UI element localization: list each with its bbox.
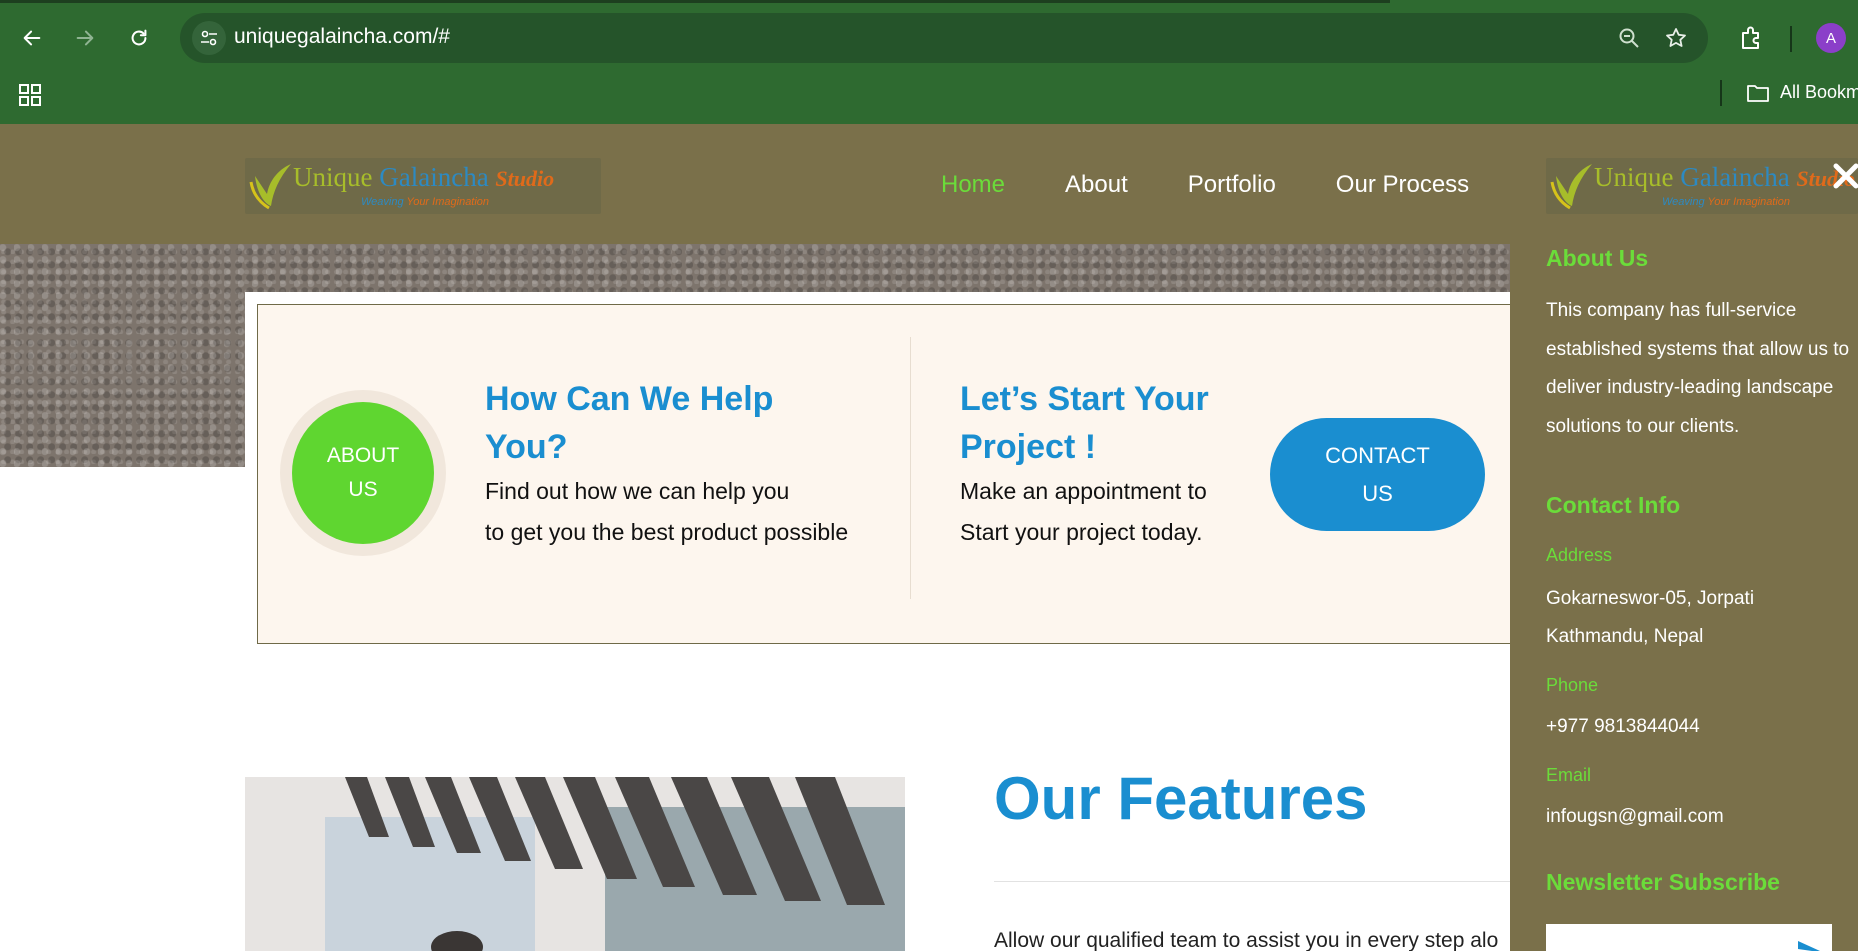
nav-our-process[interactable]: Our Process [1336,171,1469,199]
features-photo [245,777,905,951]
folder-icon [1747,84,1769,102]
about-us-text: This company has full-service establishe… [1546,300,1850,437]
features-title: Our Features [994,765,1368,832]
leaf-logo-icon [1550,164,1592,210]
help-text-line2: to get you the best product possible [485,519,849,545]
contact-info-heading: Contact Info [1546,492,1681,518]
contact-us-label: CONTACT US [1325,442,1430,506]
logo-tagline: Weaving Your Imagination [361,196,490,208]
bookmarks-divider [1720,80,1722,106]
about-button-ring: ABOUT US [280,390,446,556]
help-text-line1: Find out how we can help you [485,478,790,504]
email-value[interactable]: infougsn@gmail.com [1546,806,1724,828]
address-label: Address [1546,545,1613,565]
side-panel-logo: Unique Galaincha Studio Weaving Your Ima… [1546,158,1858,214]
address-line2: Kathmandu, Nepal [1546,626,1704,647]
about-us-heading: About Us [1546,245,1649,271]
help-text: Find out how we can help you to get you … [485,471,885,553]
help-card: ABOUT US How Can We Help You? Find out h… [245,292,1525,644]
email-label: Email [1546,765,1592,785]
extensions-icon[interactable] [1738,24,1766,52]
nav-about[interactable]: About [1065,171,1128,199]
phone-value[interactable]: +977 9813844044 [1546,716,1700,738]
features-intro: Allow our qualified team to assist you i… [994,929,1499,951]
start-project-title: Let’s Start Your Project ! [960,380,1209,466]
profile-avatar[interactable]: A [1816,23,1846,53]
side-panel: Unique Galaincha Studio Weaving Your Ima… [1510,124,1858,951]
url-text[interactable]: uniquegalaincha.com/# [234,25,450,49]
browser-toolbar: uniquegalaincha.com/# A All Bookm [0,0,1858,124]
close-icon[interactable] [1831,161,1858,191]
about-us-label: ABOUT US [326,444,400,501]
side-logo-tagline: Weaving Your Imagination [1662,196,1791,208]
back-icon[interactable] [14,20,50,56]
logo-wordmark: Unique Galaincha Studio [293,162,555,192]
main-nav: Home About Portfolio Our Process [941,171,1469,199]
features-divider [994,881,1514,882]
tab-strip [0,0,1390,3]
nav-portfolio[interactable]: Portfolio [1188,171,1276,199]
newsletter-heading: Newsletter Subscribe [1546,869,1780,895]
nav-home[interactable]: Home [941,171,1005,199]
leaf-logo-icon [249,164,291,210]
address-bar[interactable]: uniquegalaincha.com/# [180,13,1708,63]
toolbar-divider [1790,26,1792,52]
help-divider [910,337,911,599]
forward-icon[interactable] [67,20,103,56]
contact-us-button[interactable]: CONTACT US [1270,418,1485,531]
zoom-icon[interactable] [1616,25,1642,51]
newsletter-email-input[interactable] [1546,924,1832,951]
side-logo-wordmark: Unique Galaincha Studio [1594,162,1856,192]
reload-icon[interactable] [121,20,157,56]
help-card-inner: ABOUT US How Can We Help You? Find out h… [257,304,1517,644]
about-us-button[interactable]: ABOUT US [292,402,434,544]
phone-label: Phone [1546,675,1599,695]
bookmark-star-icon[interactable] [1663,25,1689,51]
apps-icon[interactable] [18,83,42,107]
address-line1: Gokarneswor-05, Jorpati [1546,588,1755,609]
send-icon[interactable] [1796,939,1822,951]
all-bookmarks-label: All Bookm [1780,82,1858,102]
help-title: How Can We Help You? [485,380,774,466]
all-bookmarks[interactable]: All Bookm [1746,82,1858,103]
site-logo[interactable]: Unique Galaincha Studio Weaving Your Ima… [245,158,601,214]
site-info-icon[interactable] [192,21,226,55]
